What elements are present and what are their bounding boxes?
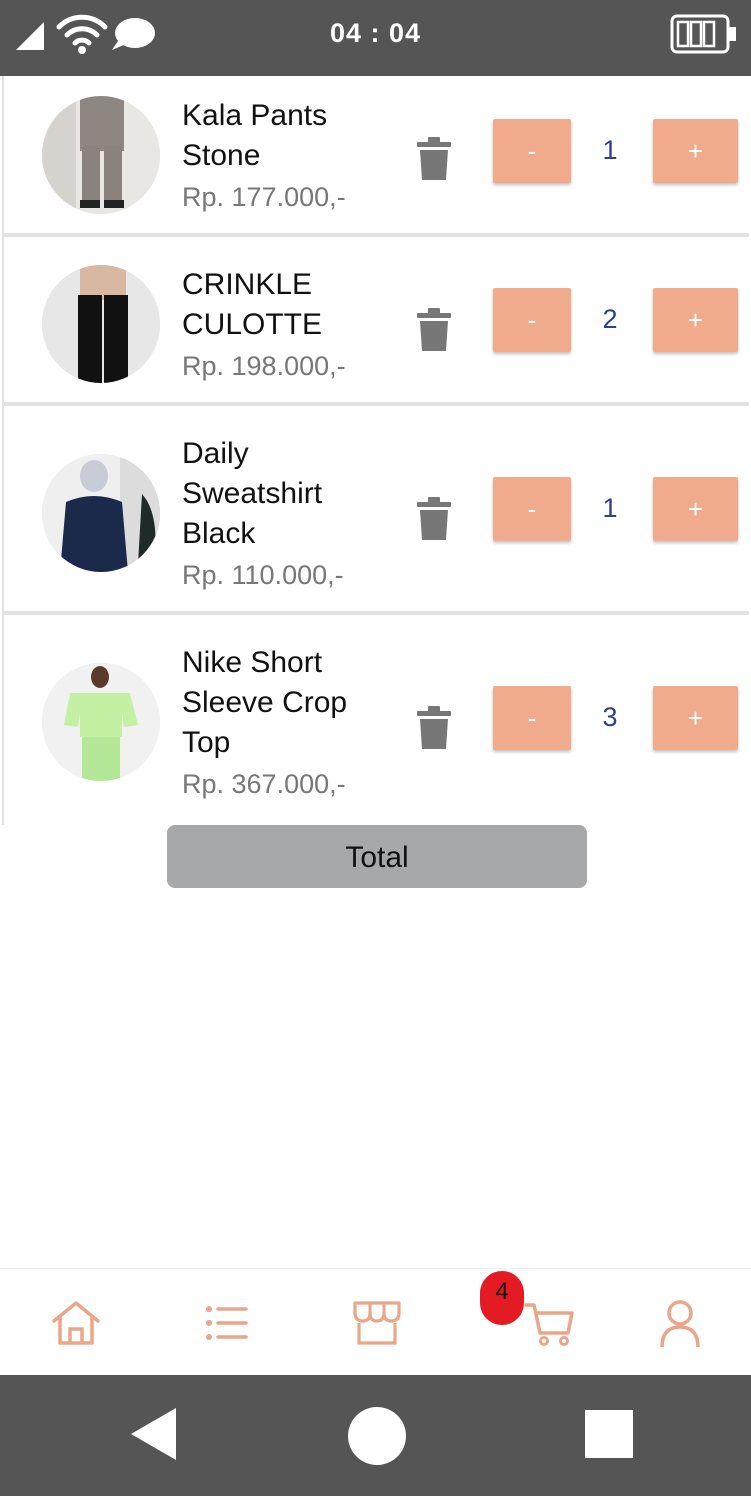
- product-price: Rp. 198.000,-: [182, 351, 346, 381]
- store-icon[interactable]: [351, 1297, 403, 1349]
- total-button[interactable]: Total: [167, 825, 587, 888]
- quantity-value: 1: [602, 493, 618, 523]
- cart-count-badge: 4: [480, 1271, 524, 1325]
- decrease-quantity-button[interactable]: -: [493, 288, 571, 352]
- bottom-navigation: [0, 1268, 751, 1375]
- decrease-quantity-button[interactable]: -: [493, 477, 571, 541]
- list-icon[interactable]: [200, 1297, 252, 1349]
- cart-item: Nike Short Sleeve Crop Top Rp. 367.000,-…: [2, 613, 749, 825]
- cart-list[interactable]: Kala Pants Stone Rp. 177.000,- - 1 + CRI…: [2, 76, 749, 825]
- product-price: Rp. 177.000,-: [182, 182, 346, 212]
- quantity-value: 3: [602, 702, 618, 732]
- increase-quantity-button[interactable]: +: [653, 119, 738, 183]
- quantity-value: 2: [602, 304, 618, 334]
- cart-item: Daily Sweatshirt Black Rp. 110.000,- - 1…: [2, 404, 749, 613]
- cart-item: Kala Pants Stone Rp. 177.000,- - 1 +: [2, 76, 749, 235]
- profile-icon[interactable]: [654, 1297, 706, 1349]
- product-name: Nike Short Sleeve Crop Top: [182, 646, 348, 759]
- trash-icon[interactable]: [414, 307, 454, 353]
- increase-quantity-button[interactable]: +: [653, 477, 738, 541]
- trash-icon[interactable]: [414, 496, 454, 542]
- trash-icon[interactable]: [414, 705, 454, 751]
- cart-icon[interactable]: [524, 1297, 576, 1349]
- product-price: Rp. 110.000,-: [182, 560, 344, 590]
- home-button-icon[interactable]: [348, 1407, 406, 1465]
- system-navigation-bar: [0, 1375, 751, 1496]
- product-image: [42, 663, 160, 781]
- home-icon[interactable]: [50, 1297, 102, 1349]
- product-name: Daily Sweatshirt Black: [182, 437, 323, 550]
- product-image: [42, 96, 160, 214]
- product-name: CRINKLE CULOTTE: [182, 268, 323, 341]
- back-icon[interactable]: [131, 1408, 177, 1460]
- battery-icon: [670, 14, 736, 54]
- quantity-value: 1: [602, 135, 618, 165]
- decrease-quantity-button[interactable]: -: [493, 686, 571, 750]
- status-bar: 04 : 04: [0, 0, 751, 76]
- status-time: 04 : 04: [329, 18, 422, 48]
- cart-item: CRINKLE CULOTTE Rp. 198.000,- - 2 +: [2, 235, 749, 404]
- increase-quantity-button[interactable]: +: [653, 686, 738, 750]
- product-name: Kala Pants Stone: [182, 99, 328, 172]
- recent-apps-icon[interactable]: [585, 1410, 633, 1458]
- product-price: Rp. 367.000,-: [182, 769, 346, 799]
- product-image: [42, 265, 160, 383]
- decrease-quantity-button[interactable]: -: [493, 119, 571, 183]
- increase-quantity-button[interactable]: +: [653, 288, 738, 352]
- product-image: [42, 454, 160, 572]
- trash-icon[interactable]: [414, 136, 454, 182]
